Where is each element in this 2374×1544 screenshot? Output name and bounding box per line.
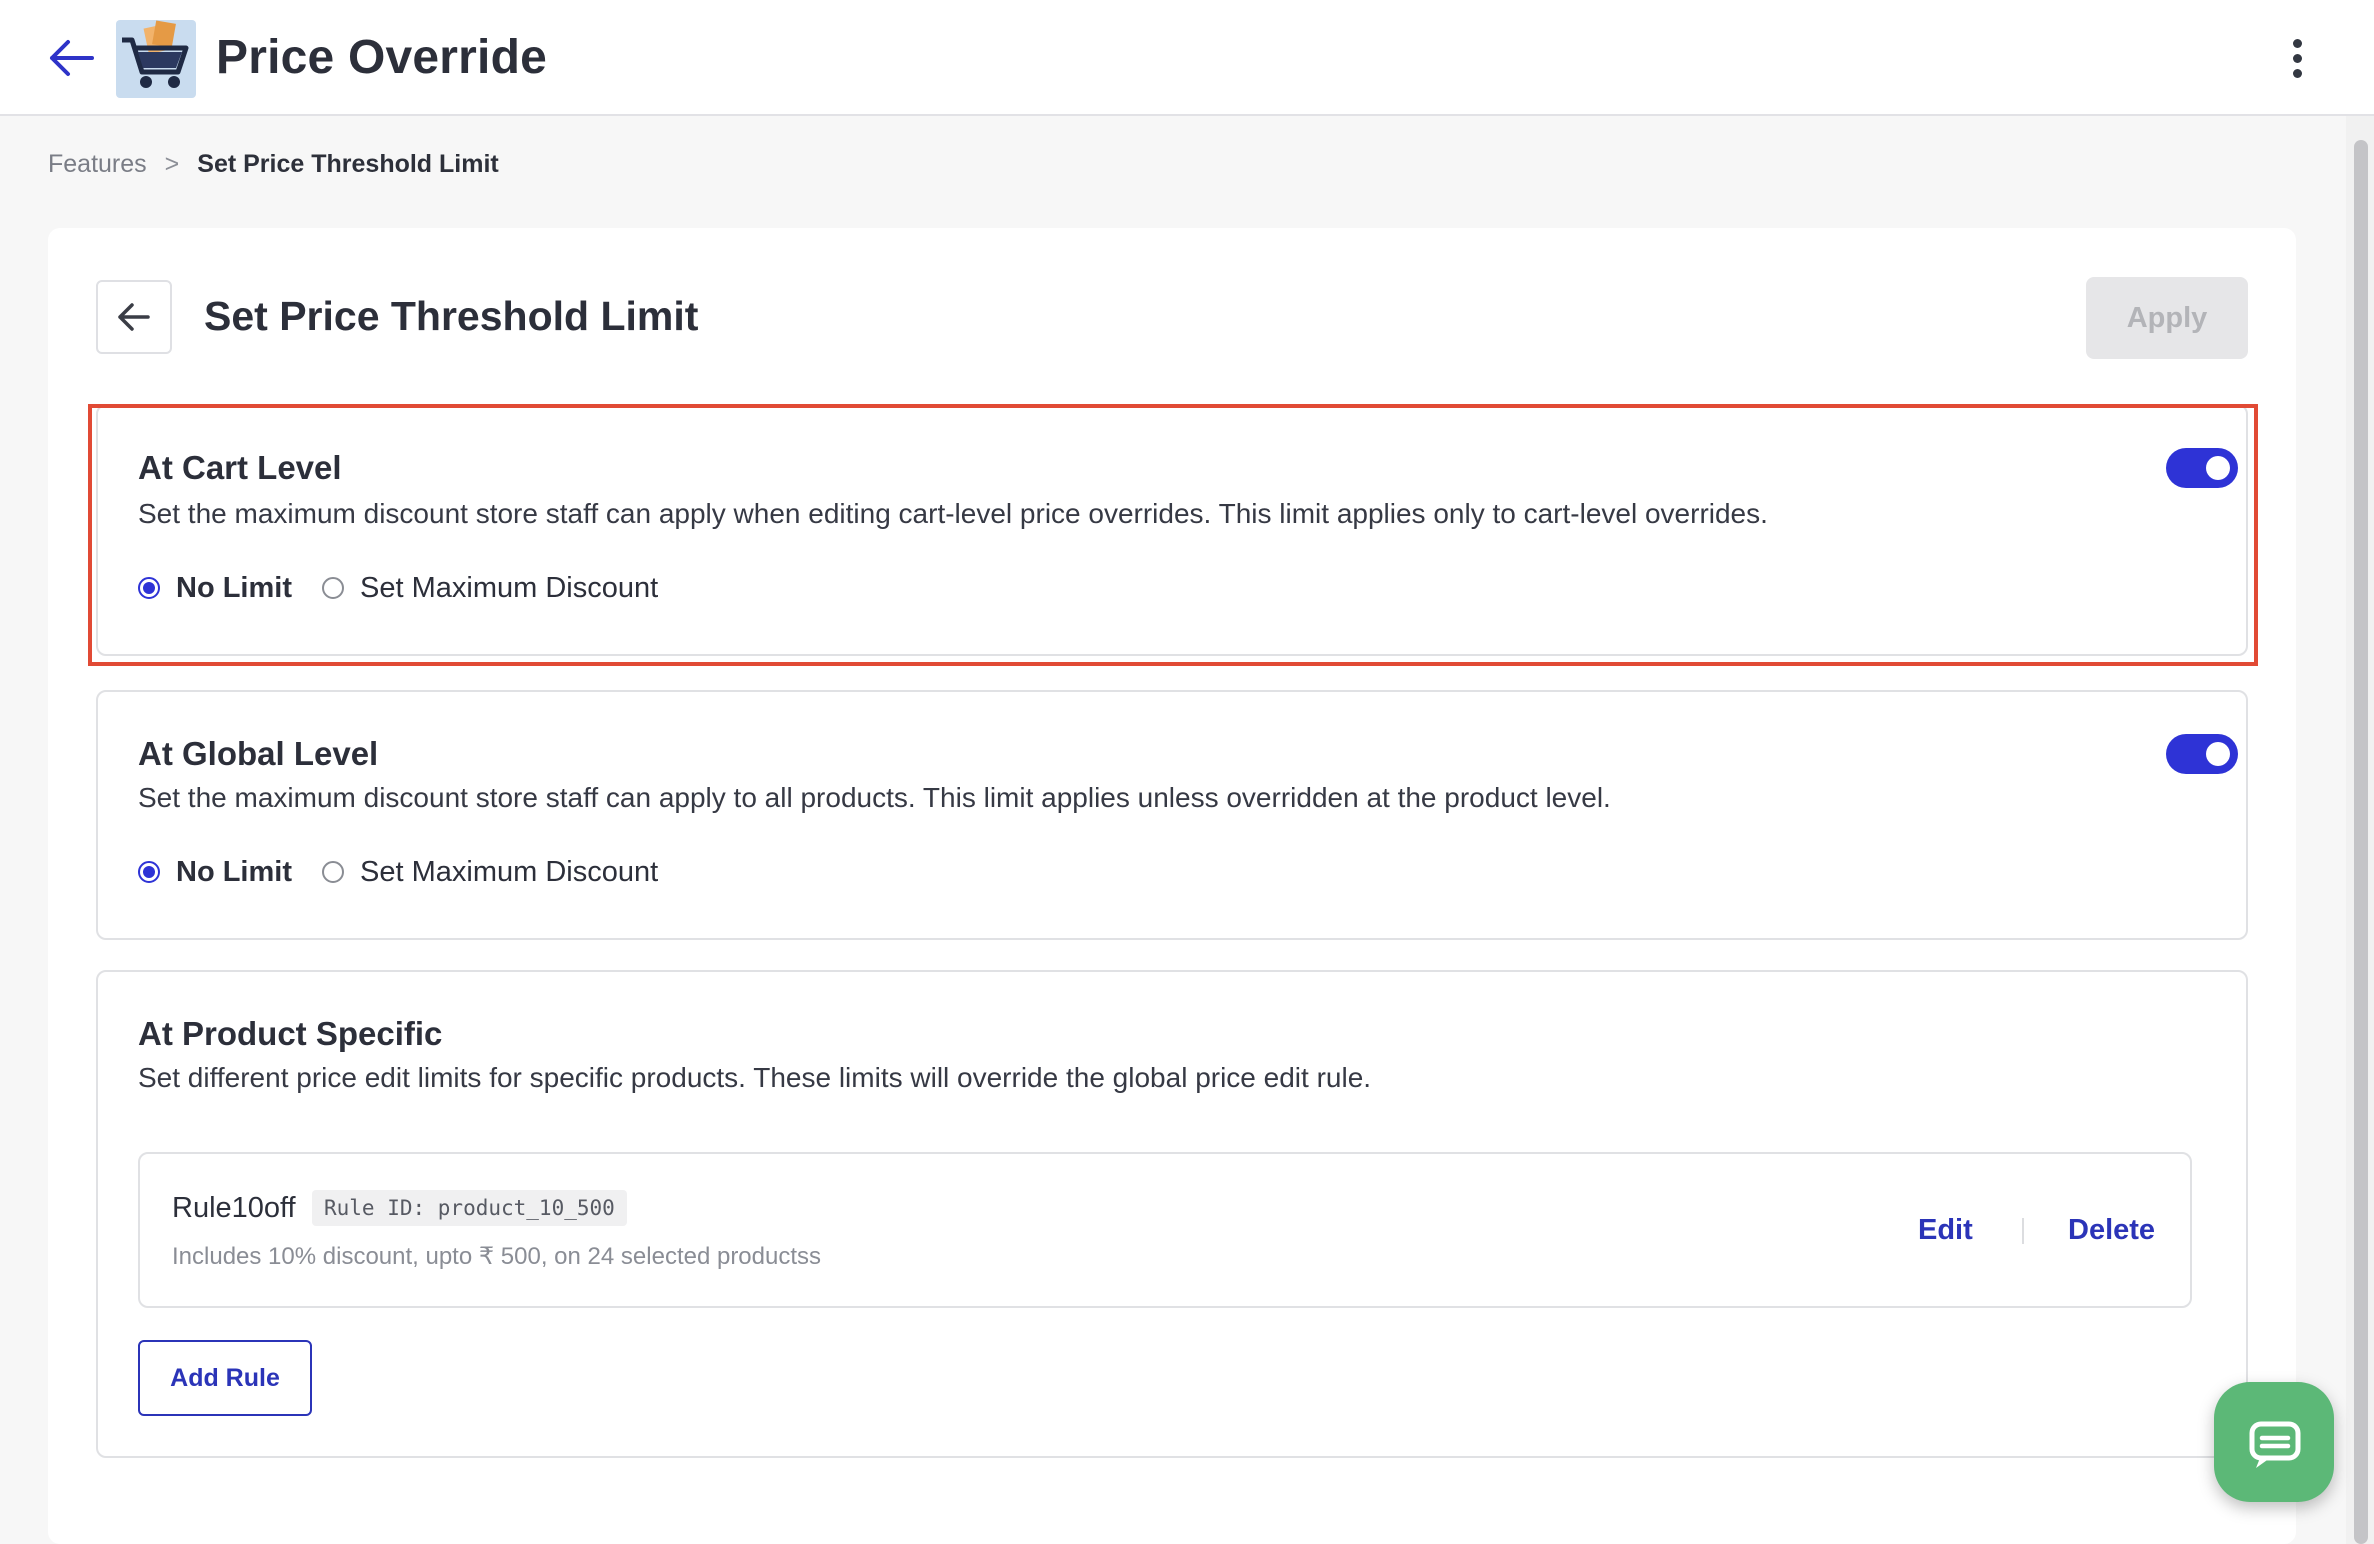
radio-label: No Limit	[176, 856, 292, 888]
radio-unselected-icon[interactable]	[322, 577, 344, 599]
product-specific-section: At Product Specific Set different price …	[96, 970, 2248, 1458]
cart-level-toggle[interactable]	[2166, 448, 2238, 488]
app-title: Price Override	[216, 31, 547, 84]
cart-level-description: Set the maximum discount store staff can…	[138, 498, 1768, 529]
threshold-card: Set Price Threshold Limit Apply At Cart …	[48, 228, 2296, 1544]
rule-name: Rule10off	[172, 1192, 296, 1224]
rule-card: Rule10off Rule ID: product_10_500 Includ…	[138, 1152, 2192, 1308]
divider	[2022, 1218, 2024, 1244]
global-level-options: No Limit Set Maximum Discount	[138, 852, 688, 892]
chat-button[interactable]	[2214, 1382, 2334, 1502]
apply-button[interactable]: Apply	[2086, 277, 2248, 359]
cart-no-limit-option[interactable]: No Limit	[138, 568, 292, 608]
breadcrumb: Features > Set Price Threshold Limit	[48, 148, 499, 180]
radio-label: No Limit	[176, 572, 292, 604]
toggle-knob	[2206, 456, 2230, 480]
cart-level-options: No Limit Set Maximum Discount	[138, 568, 688, 608]
breadcrumb-separator: >	[164, 150, 180, 178]
cart-level-title: At Cart Level	[138, 449, 342, 486]
product-specific-description: Set different price edit limits for spec…	[138, 1062, 1372, 1093]
global-level-description: Set the maximum discount store staff can…	[138, 782, 1611, 813]
edit-rule-button[interactable]: Edit	[1918, 1210, 1973, 1250]
rule-description: Includes 10% discount, upto ₹ 500, on 24…	[172, 1243, 822, 1270]
more-vertical-icon[interactable]	[2280, 30, 2314, 88]
delete-rule-button[interactable]: Delete	[2068, 1210, 2155, 1250]
arrow-left-icon	[118, 303, 150, 331]
page-title: Set Price Threshold Limit	[204, 293, 699, 339]
product-specific-title: At Product Specific	[138, 1015, 443, 1052]
cart-max-discount-option[interactable]: Set Maximum Discount	[322, 568, 658, 608]
chat-bubble-icon	[2249, 1421, 2301, 1468]
top-bar: Price Override	[0, 0, 2374, 116]
global-max-discount-option[interactable]: Set Maximum Discount	[322, 852, 658, 892]
breadcrumb-item-features[interactable]: Features	[48, 150, 147, 178]
radio-selected-icon[interactable]	[138, 861, 160, 883]
shopping-cart-icon	[116, 20, 196, 98]
radio-unselected-icon[interactable]	[322, 861, 344, 883]
cart-level-section: At Cart Level Set the maximum discount s…	[96, 404, 2248, 656]
toggle-knob	[2206, 742, 2230, 766]
add-rule-button[interactable]: Add Rule	[138, 1340, 312, 1416]
global-level-title: At Global Level	[138, 735, 379, 772]
breadcrumb-item-current: Set Price Threshold Limit	[197, 150, 499, 178]
back-arrow-icon[interactable]	[44, 30, 104, 86]
global-level-toggle[interactable]	[2166, 734, 2238, 774]
rule-id-badge: Rule ID: product_10_500	[312, 1190, 627, 1226]
radio-label: Set Maximum Discount	[360, 572, 659, 604]
global-no-limit-option[interactable]: No Limit	[138, 852, 292, 892]
radio-label: Set Maximum Discount	[360, 856, 659, 888]
card-back-button[interactable]	[96, 280, 172, 354]
scrollbar-thumb[interactable]	[2354, 140, 2368, 1544]
global-level-section: At Global Level Set the maximum discount…	[96, 690, 2248, 940]
radio-selected-icon[interactable]	[138, 577, 160, 599]
